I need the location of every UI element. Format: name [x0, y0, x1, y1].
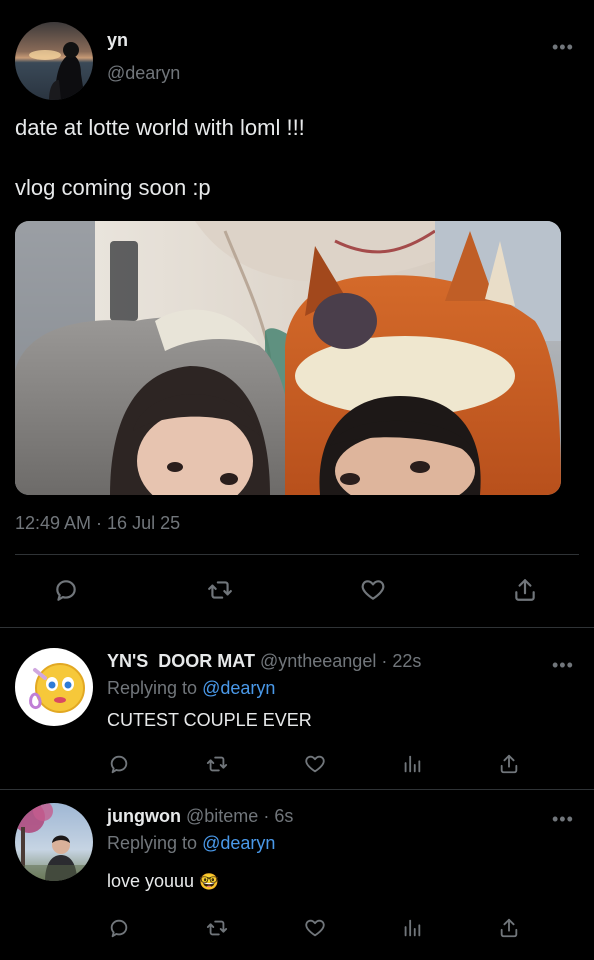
- replying-to-line: Replying to @dearyn: [107, 833, 275, 854]
- nerd-face-emoji: 🤓: [199, 874, 220, 891]
- reply-separator: ·: [381, 651, 388, 671]
- author-handle[interactable]: @dearyn: [107, 63, 180, 84]
- divider: [15, 554, 579, 555]
- reply-icon[interactable]: [48, 572, 84, 608]
- replying-to-label: Replying to: [107, 833, 198, 853]
- reply-header: YN'S DOOR MAT @yntheeangel · 22s: [107, 651, 421, 672]
- retweet-icon[interactable]: [199, 910, 235, 946]
- heart-icon[interactable]: [355, 572, 391, 608]
- reply-time[interactable]: 22s: [392, 651, 421, 671]
- author-avatar-photo: [29, 42, 85, 100]
- reply-avatar[interactable]: [15, 803, 93, 881]
- retweet-icon[interactable]: [202, 572, 238, 608]
- reply-handle[interactable]: @yntheeangel: [260, 651, 376, 671]
- replying-to-line: Replying to @dearyn: [107, 678, 275, 699]
- more-options-icon[interactable]: •••: [552, 38, 574, 56]
- replying-to-link[interactable]: @dearyn: [202, 678, 275, 698]
- analytics-icon[interactable]: [394, 910, 430, 946]
- reply-avatar-photo: [15, 803, 93, 881]
- share-icon[interactable]: [507, 572, 543, 608]
- reply-display-name[interactable]: jungwon: [107, 806, 181, 826]
- analytics-icon[interactable]: [394, 746, 430, 782]
- tweet-text-line-2: vlog coming soon :p: [15, 175, 211, 200]
- author-display-name[interactable]: yn: [107, 30, 128, 51]
- reply-handle[interactable]: @biteme: [186, 806, 258, 826]
- tweet-timestamp[interactable]: 12:49 AM · 16 Jul 25: [15, 513, 180, 534]
- replying-to-link[interactable]: @dearyn: [202, 833, 275, 853]
- share-icon[interactable]: [491, 746, 527, 782]
- reply-text-line: love youuu 🤓: [107, 871, 219, 892]
- more-options-icon[interactable]: •••: [552, 656, 574, 674]
- share-icon[interactable]: [491, 910, 527, 946]
- emoji-avatar-image: [29, 663, 85, 713]
- more-options-icon[interactable]: •••: [552, 810, 574, 828]
- heart-icon[interactable]: [297, 746, 333, 782]
- replying-to-label: Replying to: [107, 678, 198, 698]
- tweet-photo-image: [15, 221, 561, 495]
- reply-icon[interactable]: [101, 746, 137, 782]
- retweet-icon[interactable]: [199, 746, 235, 782]
- tweet-text-line-1: date at lotte world with loml !!!: [15, 115, 305, 140]
- reply-display-name[interactable]: YN'S DOOR MAT: [107, 651, 255, 671]
- reply-text: love youuu: [107, 871, 195, 891]
- reply-text: CUTEST COUPLE EVER: [107, 710, 312, 730]
- divider: [0, 627, 594, 628]
- reply-time[interactable]: 6s: [274, 806, 293, 826]
- author-avatar[interactable]: [15, 22, 93, 100]
- divider: [0, 789, 594, 790]
- heart-icon[interactable]: [297, 910, 333, 946]
- reply-avatar[interactable]: [15, 648, 93, 726]
- tweet-photo[interactable]: [15, 221, 561, 495]
- reply-icon[interactable]: [101, 910, 137, 946]
- reply-header: jungwon @biteme · 6s: [107, 806, 293, 827]
- reply-separator: ·: [263, 806, 270, 826]
